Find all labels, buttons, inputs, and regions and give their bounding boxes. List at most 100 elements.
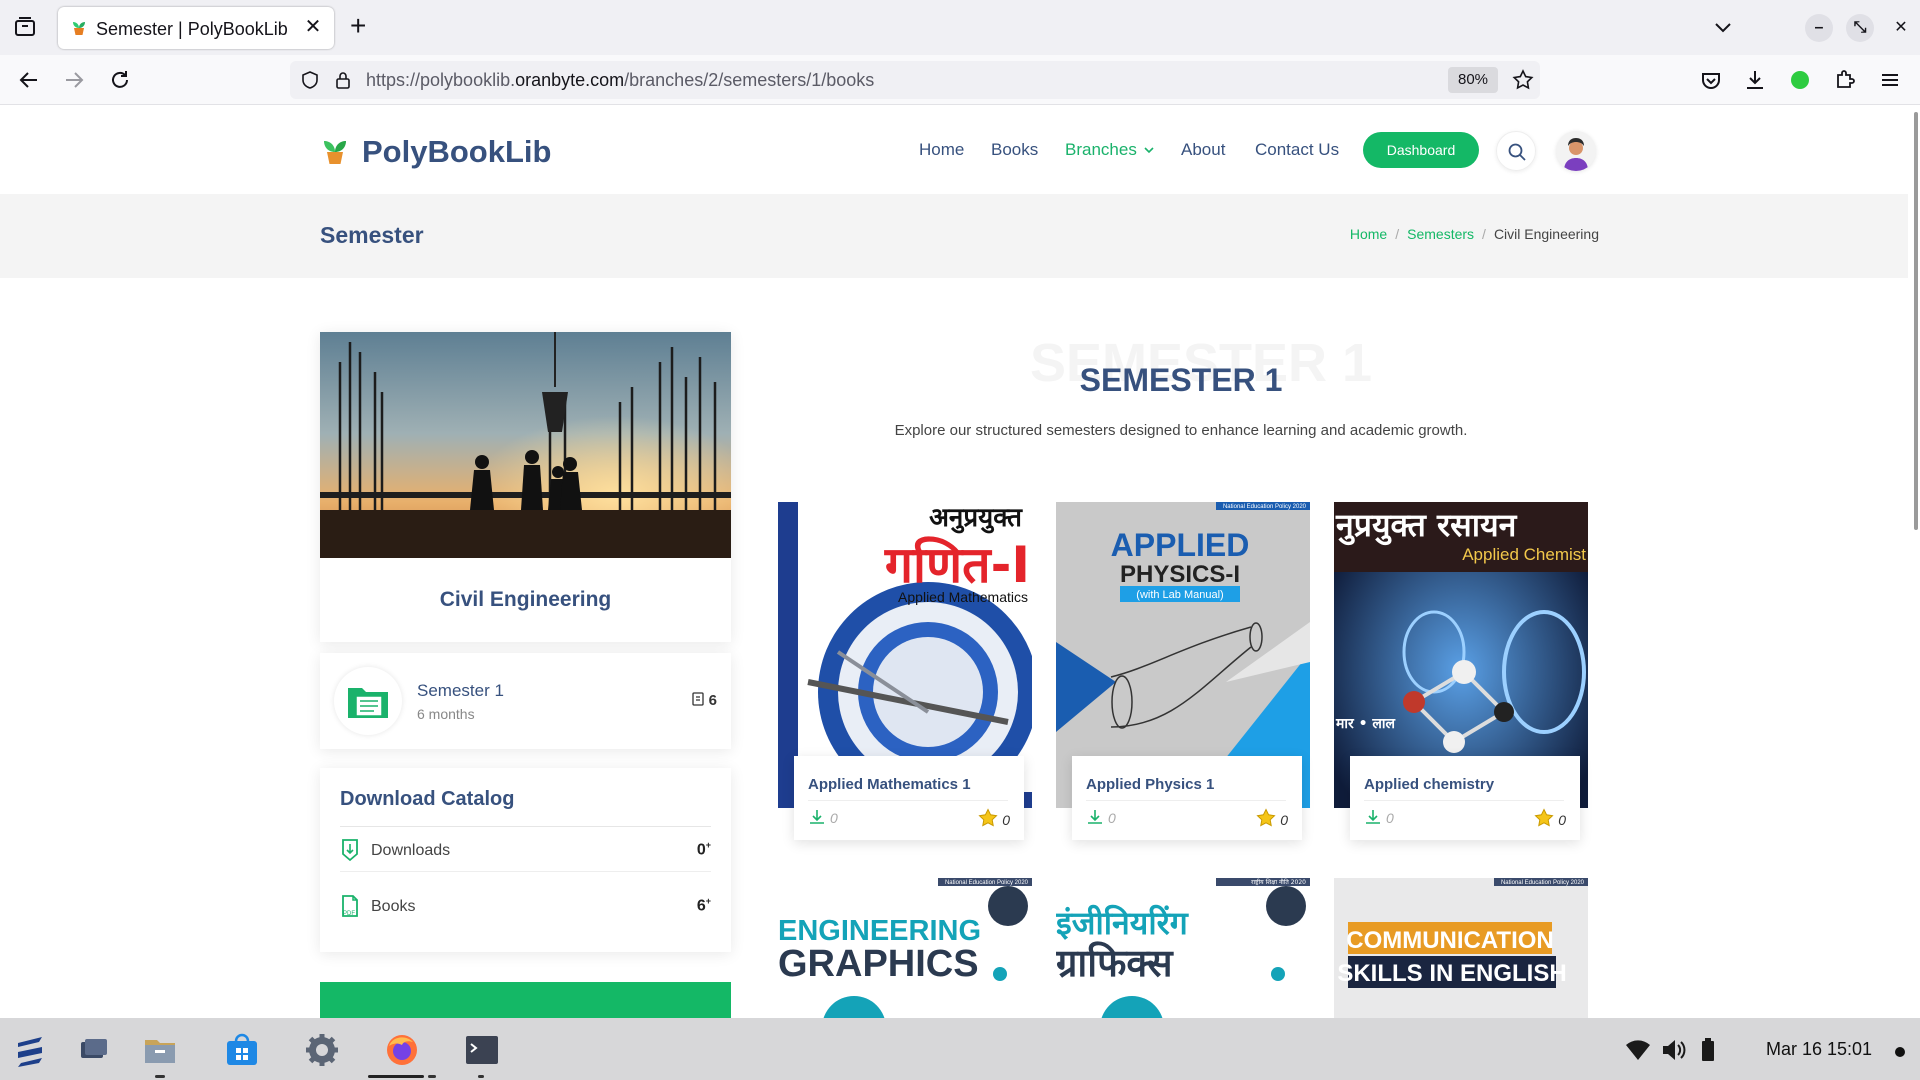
- tracking-shield-icon[interactable]: [300, 70, 320, 95]
- breadcrumb-home[interactable]: Home: [1350, 226, 1387, 242]
- url-text[interactable]: https://polybooklib.oranbyte.com/branche…: [366, 70, 874, 91]
- wifi-icon[interactable]: [1624, 1032, 1654, 1068]
- browser-nav-bar: https://polybooklib.oranbyte.com/branche…: [0, 55, 1920, 105]
- nav-about[interactable]: About: [1181, 140, 1225, 160]
- breadcrumb-current: Civil Engineering: [1493, 226, 1599, 242]
- workspaces-icon[interactable]: [75, 1032, 111, 1068]
- minimize-window-button[interactable]: –: [1805, 14, 1833, 42]
- system-clock[interactable]: Mar 16 15:01: [1766, 1039, 1872, 1060]
- user-avatar[interactable]: [1556, 131, 1596, 171]
- nav-home[interactable]: Home: [919, 140, 964, 160]
- book-title[interactable]: Applied Physics 1: [1086, 776, 1214, 793]
- semester-description: Explore our structured semesters designe…: [894, 422, 1468, 439]
- reload-icon[interactable]: [107, 67, 133, 93]
- terminal-icon[interactable]: [464, 1032, 500, 1068]
- book-cover-engineering-graphics-hindi[interactable]: राष्ट्रीय शिक्षा नीति 2020 इंजीनियरिंग ग…: [1056, 878, 1310, 1018]
- tab-overflow-chevron-icon[interactable]: [1712, 16, 1734, 43]
- restore-window-button[interactable]: ⤡: [1846, 14, 1874, 42]
- bookmark-star-icon[interactable]: [1512, 69, 1534, 96]
- svg-text:Applied Chemist: Applied Chemist: [1462, 545, 1586, 564]
- book-card-applied-chemistry[interactable]: Applied chemistry 0 0: [1350, 756, 1580, 840]
- close-window-button[interactable]: ✕: [1887, 14, 1915, 42]
- catalog-title: Download Catalog: [340, 788, 515, 810]
- dashboard-button[interactable]: Dashboard: [1363, 132, 1479, 168]
- nav-branches[interactable]: Branches: [1065, 140, 1155, 160]
- branch-name: Civil Engineering: [439, 588, 612, 611]
- svg-text:National Education Policy 2020: National Education Policy 2020: [945, 880, 1029, 886]
- plant-pot-icon: [320, 138, 350, 171]
- book-rating: 0: [1534, 808, 1566, 828]
- tab-title: Semester | PolyBookLib: [96, 19, 288, 39]
- download-icon: [1088, 810, 1102, 824]
- zorin-menu-icon[interactable]: [12, 1032, 48, 1068]
- scrollbar-thumb[interactable]: [1914, 112, 1918, 530]
- downloads-icon[interactable]: [1742, 67, 1768, 93]
- files-folder-icon[interactable]: [142, 1032, 178, 1068]
- extension-green-dot-icon[interactable]: [1787, 67, 1813, 93]
- book-downloads[interactable]: 0: [1364, 808, 1394, 826]
- web-page: PolyBookLib Home Books Branches About Co…: [0, 106, 1920, 1018]
- semester-title: Semester 1: [417, 681, 504, 700]
- tab-list-icon[interactable]: [12, 14, 38, 40]
- firefox-icon[interactable]: [384, 1032, 420, 1068]
- sidebar-green-banner: [320, 982, 731, 1018]
- address-bar[interactable]: https://polybooklib.oranbyte.com/branche…: [290, 61, 1540, 99]
- back-arrow-icon[interactable]: [16, 67, 42, 93]
- book-rating: 0: [1256, 808, 1288, 828]
- download-icon: [1366, 810, 1380, 824]
- page-title-band: Semester Home / Semesters / Civil Engineerin…: [0, 194, 1908, 278]
- star-icon: [1534, 808, 1554, 827]
- catalog-downloads-row: Downloads 0+: [340, 828, 711, 872]
- breadcrumb-semesters[interactable]: Semesters: [1407, 226, 1474, 242]
- book-card-applied-mathematics[interactable]: Applied Mathematics 1 0 0: [794, 756, 1024, 840]
- svg-text:नुप्रयुक्त रसायन: नुप्रयुक्त रसायन: [1335, 506, 1518, 546]
- tab-close-icon[interactable]: ✕: [302, 16, 324, 38]
- software-store-icon[interactable]: [224, 1032, 260, 1068]
- semester-book-count: 6: [691, 691, 717, 709]
- site-header: PolyBookLib Home Books Branches About Co…: [0, 106, 1908, 194]
- book-cover-engineering-graphics[interactable]: National Education Policy 2020 ENGINEERI…: [778, 878, 1032, 1018]
- zoom-level-badge[interactable]: 80%: [1448, 67, 1498, 93]
- menu-hamburger-icon[interactable]: [1877, 67, 1903, 93]
- browser-tab-active[interactable]: Semester | PolyBookLib ✕: [58, 7, 334, 49]
- svg-text:National Education Policy 2020: National Education Policy 2020: [1223, 504, 1307, 510]
- download-catalog-card: Download Catalog Downloads 0+ PDF Books …: [320, 768, 731, 952]
- book-downloads[interactable]: 0: [808, 808, 838, 826]
- forward-arrow-icon[interactable]: [61, 67, 87, 93]
- page-scrollbar[interactable]: [1908, 106, 1920, 1018]
- svg-text:Applied Mathematics: Applied Mathematics: [898, 589, 1028, 605]
- svg-text:GRAPHICS: GRAPHICS: [778, 943, 979, 985]
- nav-contact[interactable]: Contact Us: [1255, 140, 1339, 160]
- book-downloads[interactable]: 0: [1086, 808, 1116, 826]
- svg-text:राष्ट्रीय शिक्षा नीति 2020: राष्ट्रीय शिक्षा नीति 2020: [1251, 878, 1306, 886]
- extensions-puzzle-icon[interactable]: [1832, 67, 1858, 93]
- folder-icon: [334, 667, 402, 735]
- battery-icon[interactable]: [1698, 1032, 1724, 1068]
- book-cover-communication-skills[interactable]: National Education Policy 2020 COMMUNICA…: [1334, 878, 1588, 1018]
- chevron-down-icon: [1143, 140, 1155, 160]
- book-title[interactable]: Applied Mathematics 1: [808, 776, 971, 793]
- favicon-icon: [70, 19, 88, 42]
- semester-info-card[interactable]: Semester 1 6 months 6: [320, 653, 731, 749]
- book-card-applied-physics[interactable]: Applied Physics 1 0 0: [1072, 756, 1302, 840]
- svg-text:ग्राफिक्स: ग्राफिक्स: [1056, 941, 1174, 985]
- search-button[interactable]: [1496, 131, 1536, 171]
- star-icon: [1256, 808, 1276, 827]
- volume-icon[interactable]: [1660, 1032, 1690, 1068]
- book-title[interactable]: Applied chemistry: [1364, 776, 1494, 793]
- semester-duration: 6 months: [417, 706, 475, 722]
- nav-books[interactable]: Books: [991, 140, 1038, 160]
- settings-gear-icon[interactable]: [304, 1032, 340, 1068]
- book-rating: 0: [978, 808, 1010, 828]
- search-icon: [1508, 143, 1526, 161]
- book-count-icon: [692, 692, 704, 706]
- os-taskbar: Mar 16 15:01: [0, 1018, 1920, 1080]
- lock-icon[interactable]: [334, 70, 352, 95]
- pocket-icon[interactable]: [1698, 67, 1724, 93]
- svg-text:SKILLS IN ENGLISH: SKILLS IN ENGLISH: [1337, 960, 1566, 987]
- new-tab-icon[interactable]: +: [350, 12, 366, 40]
- notification-dot-icon[interactable]: [1890, 1032, 1910, 1068]
- svg-text:COMMUNICATION: COMMUNICATION: [1346, 927, 1554, 954]
- branch-card[interactable]: Civil Engineering: [320, 332, 731, 642]
- svg-text:PHYSICS-I: PHYSICS-I: [1120, 561, 1240, 588]
